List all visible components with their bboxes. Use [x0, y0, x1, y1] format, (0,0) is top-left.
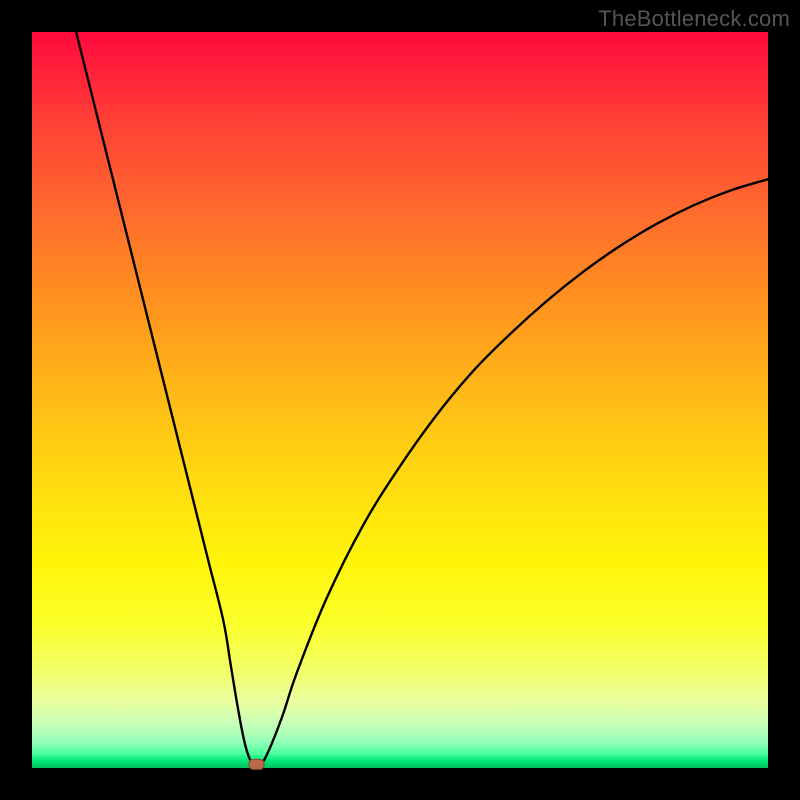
chart-frame: TheBottleneck.com [0, 0, 800, 800]
optimum-marker [249, 759, 264, 769]
curve-layer [32, 32, 768, 768]
plot-area [32, 32, 768, 768]
bottleneck-curve [76, 32, 768, 766]
watermark-text: TheBottleneck.com [598, 6, 790, 32]
